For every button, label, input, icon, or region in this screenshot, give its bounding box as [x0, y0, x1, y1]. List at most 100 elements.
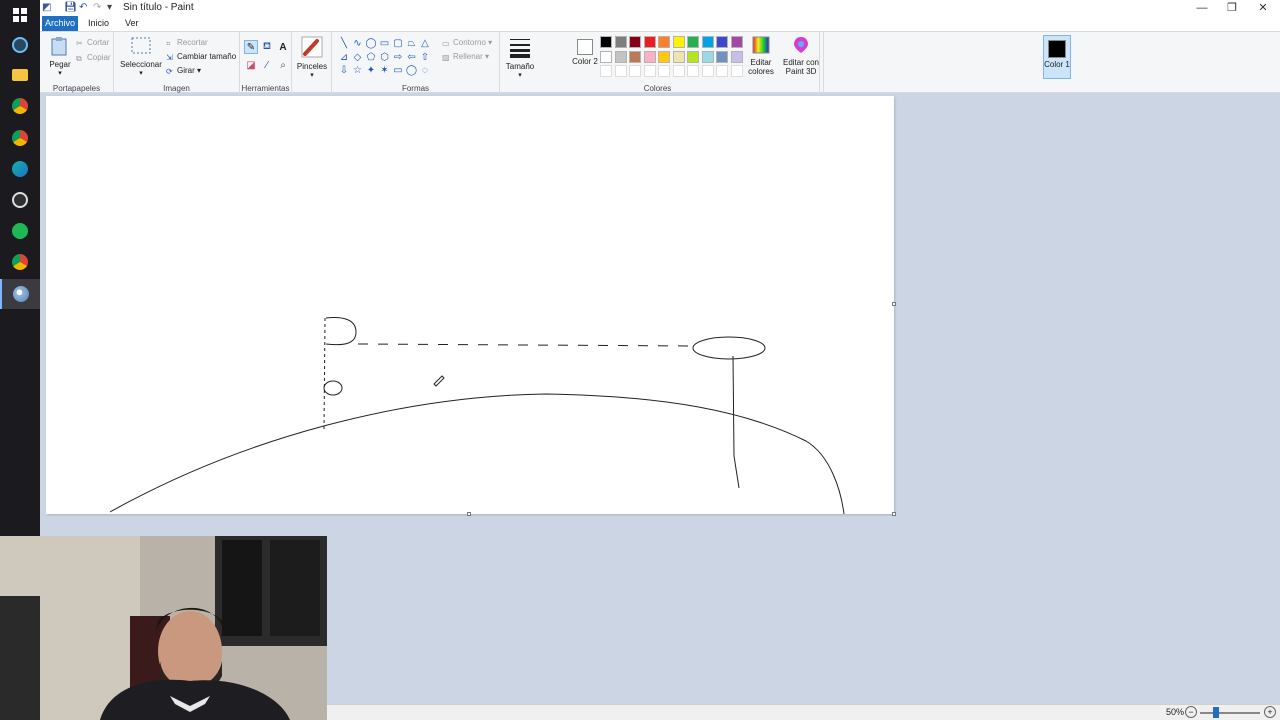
shape-hexagon-icon[interactable]: ⬡: [379, 52, 391, 64]
paint-icon[interactable]: [0, 279, 40, 309]
shape-down-arrow-icon[interactable]: ⇩: [338, 65, 350, 77]
zoom-slider-thumb[interactable]: [1213, 707, 1220, 718]
palette-swatch-empty[interactable]: [629, 65, 641, 77]
palette-swatch-empty[interactable]: [600, 65, 612, 77]
palette-swatch[interactable]: [730, 50, 743, 63]
zoom-slider[interactable]: [1200, 712, 1260, 714]
select-button[interactable]: Seleccionar ▾: [120, 36, 162, 77]
rotate-button[interactable]: ⟳ Girar ▾: [166, 66, 201, 76]
undo-icon[interactable]: ↶: [79, 2, 87, 13]
save-icon[interactable]: 💾︎: [64, 2, 77, 13]
palette-swatch-empty[interactable]: [730, 65, 743, 77]
palette-swatch[interactable]: [614, 50, 627, 63]
palette-swatch[interactable]: [701, 50, 714, 63]
brushes-button[interactable]: Pinceles ▾: [296, 36, 328, 79]
copy-button[interactable]: ⧉ Copiar: [76, 53, 111, 63]
edit-paint3d-button[interactable]: Editar con Paint 3D: [780, 36, 822, 76]
palette-swatch[interactable]: [701, 36, 714, 48]
tab-ver[interactable]: Ver: [119, 16, 145, 31]
shape-triangle-icon[interactable]: △: [419, 38, 431, 50]
palette-swatch-empty[interactable]: [614, 65, 627, 77]
shape-rounded-rectangle-icon[interactable]: ▢: [392, 38, 404, 50]
palette-swatch-empty[interactable]: [701, 65, 714, 77]
zoom-in-button[interactable]: +: [1264, 706, 1276, 718]
magnifier-icon[interactable]: ⌕: [276, 58, 290, 72]
palette-swatch[interactable]: [629, 50, 641, 63]
canvas-resize-handle-bottom[interactable]: [467, 512, 471, 516]
paste-button[interactable]: Pegar ▾: [46, 36, 74, 77]
shape-polygon-icon[interactable]: ⏢: [406, 38, 418, 50]
shape-oval-icon[interactable]: ◯: [365, 38, 377, 50]
palette-swatch-empty[interactable]: [658, 65, 670, 77]
shape-callout-rect-icon[interactable]: ▭: [392, 65, 404, 77]
shape-star-five-icon[interactable]: ✦: [365, 65, 377, 77]
close-button[interactable]: ✕: [1248, 0, 1278, 16]
size-dropdown-icon[interactable]: ▾: [504, 71, 536, 79]
palette-swatch[interactable]: [672, 50, 685, 63]
cut-button[interactable]: ✂ Cortar: [76, 38, 109, 48]
paste-dropdown-icon[interactable]: ▾: [46, 69, 74, 77]
canvas-resize-handle-right[interactable]: [892, 302, 896, 306]
palette-swatch[interactable]: [643, 50, 656, 63]
drawing-canvas[interactable]: [46, 96, 894, 515]
text-tool-icon[interactable]: A: [276, 40, 290, 54]
palette-swatch[interactable]: [687, 36, 699, 48]
fill-bucket-icon[interactable]: ⛾: [260, 40, 274, 54]
palette-swatch[interactable]: [600, 50, 612, 63]
palette-swatch-empty[interactable]: [716, 65, 728, 77]
shape-pentagon-icon[interactable]: ⬠: [365, 52, 377, 64]
palette-swatch[interactable]: [600, 36, 612, 48]
shape-diamond-icon[interactable]: ◇: [352, 52, 364, 64]
customize-quick-access-icon[interactable]: ▾: [107, 2, 112, 13]
shape-star-six-icon[interactable]: ✶: [379, 65, 391, 77]
palette-swatch-empty[interactable]: [643, 65, 656, 77]
palette-swatch-empty[interactable]: [687, 65, 699, 77]
palette-swatch-empty[interactable]: [672, 65, 685, 77]
color2-button[interactable]: Color 2: [572, 35, 598, 66]
palette-swatch[interactable]: [730, 36, 743, 48]
edge-icon[interactable]: [0, 154, 40, 184]
tab-archivo[interactable]: Archivo: [42, 16, 78, 31]
shape-callout-oval-icon[interactable]: ◯: [406, 65, 418, 77]
palette-swatch[interactable]: [658, 50, 670, 63]
shape-right-triangle-icon[interactable]: ⊿: [338, 52, 350, 64]
spotify-icon[interactable]: [0, 216, 40, 246]
palette-swatch[interactable]: [716, 50, 728, 63]
shape-line-icon[interactable]: ╲: [338, 38, 350, 50]
pencil-tool-icon[interactable]: ✎: [244, 40, 258, 54]
maximize-button[interactable]: ❐: [1217, 0, 1247, 16]
color1-button[interactable]: Color 1: [1043, 35, 1071, 79]
obs-icon[interactable]: [0, 185, 40, 215]
palette-swatch[interactable]: [643, 36, 656, 48]
minimize-button[interactable]: —: [1187, 0, 1217, 16]
canvas-resize-handle-corner[interactable]: [892, 512, 896, 516]
edit-colors-button[interactable]: Editar colores: [744, 36, 778, 76]
palette-swatch[interactable]: [629, 36, 641, 48]
resize-button[interactable]: ⇲ Cambiar tamaño: [166, 52, 236, 62]
tab-inicio[interactable]: Inicio: [82, 16, 115, 31]
palette-swatch[interactable]: [672, 36, 685, 48]
color-picker-icon[interactable]: ⁄: [260, 58, 274, 72]
shape-up-arrow-icon[interactable]: ⇧: [419, 52, 431, 64]
shape-star-four-icon[interactable]: ☆: [352, 65, 364, 77]
shape-right-arrow-icon[interactable]: ⇨: [392, 52, 404, 64]
palette-swatch[interactable]: [687, 50, 699, 63]
eraser-icon[interactable]: ◪: [244, 58, 258, 72]
shape-curve-icon[interactable]: ∿: [352, 38, 364, 50]
size-button[interactable]: Tamaño ▾: [504, 36, 536, 79]
fill-button[interactable]: ▨ Rellenar ▾: [442, 52, 489, 62]
palette-swatch[interactable]: [658, 36, 670, 48]
shape-left-arrow-icon[interactable]: ⇦: [406, 52, 418, 64]
redo-icon[interactable]: ↷: [93, 2, 101, 13]
brushes-dropdown-icon[interactable]: ▾: [296, 71, 328, 79]
steam-icon[interactable]: [0, 30, 40, 60]
outline-button[interactable]: ▭ Contorno ▾: [442, 38, 492, 48]
file-explorer-icon[interactable]: [0, 60, 40, 90]
crop-button[interactable]: ⌗ Recortar: [166, 38, 208, 48]
select-dropdown-icon[interactable]: ▾: [120, 69, 162, 77]
windows-start-icon[interactable]: [0, 0, 40, 30]
palette-swatch[interactable]: [716, 36, 728, 48]
chrome-alt-icon[interactable]: [0, 123, 40, 153]
chrome-icon[interactable]: [0, 91, 40, 121]
palette-swatch[interactable]: [614, 36, 627, 48]
